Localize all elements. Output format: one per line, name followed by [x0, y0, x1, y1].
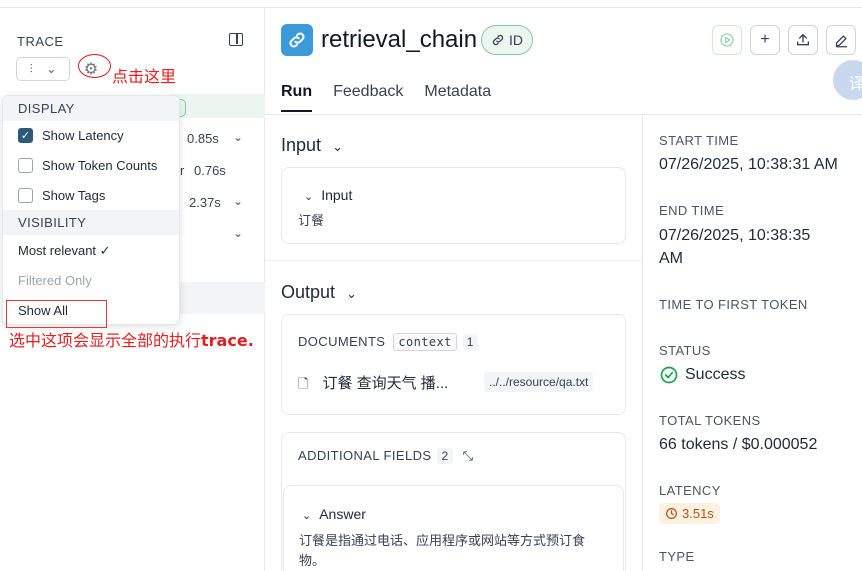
documents-card: DOCUMENTS context 1 🗋 订餐 查询天气 播... ../../… — [281, 314, 626, 415]
header-divider — [265, 114, 862, 115]
selected-trace-row[interactable] — [170, 94, 265, 118]
tab-feedback[interactable]: Feedback — [333, 83, 403, 101]
total-tokens-value: 66 tokens / $0.000052 — [659, 436, 818, 453]
chevron-down-icon[interactable]: ⌄ — [233, 194, 243, 208]
additional-fields-header: ADDITIONAL FIELDS 2 ⤡ — [298, 448, 474, 464]
start-time-value: 07/26/2025, 10:38:31 AM — [659, 156, 838, 173]
document-row[interactable]: 🗋 订餐 查询天气 播... — [298, 372, 448, 397]
chevron-down-icon: ⌄ — [346, 286, 357, 301]
trace-panel: TRACE ⫶ ⌄ ⚙ 点击这里 0.85s ⌄ r 0.76s 2.37s ⌄… — [0, 8, 265, 571]
answer-card: ⌄ Answer 订餐是指通过电话、应用程序或网站等方式预订食 物。 — [283, 485, 624, 571]
play-button[interactable] — [712, 25, 742, 55]
tab-bar: Run Feedback Metadata — [281, 83, 491, 101]
menu-item-show-token-counts[interactable]: Show Token Counts — [18, 158, 157, 173]
active-tab-indicator — [281, 110, 312, 112]
end-time-value-cont: AM — [659, 250, 683, 267]
input-card: ⌄ Input 订餐 — [281, 167, 626, 244]
end-time-value: 07/26/2025, 10:38:35 — [659, 227, 811, 244]
menu-item-show-latency[interactable]: ✓ Show Latency — [18, 128, 124, 143]
menu-section-visibility: VISIBILITY — [3, 210, 179, 235]
section-divider — [265, 260, 642, 261]
documents-count: 1 — [462, 334, 478, 350]
link-icon — [492, 34, 504, 46]
menu-section-display: DISPLAY — [3, 96, 179, 121]
annotation-show-all-note: 选中这项会显示全部的执行trace. — [9, 331, 254, 350]
plus-icon: + — [760, 31, 770, 48]
page-title: retrieval_chain — [321, 26, 478, 53]
tab-run[interactable]: Run — [281, 83, 312, 101]
document-source: ../../resource/qa.txt — [484, 372, 594, 392]
checkbox-checked-icon[interactable]: ✓ — [18, 128, 33, 143]
status-label: STATUS — [659, 343, 711, 358]
column-divider — [642, 115, 643, 571]
checkbox-icon[interactable] — [18, 188, 33, 203]
trace-title: TRACE — [17, 34, 64, 49]
add-button[interactable]: + — [750, 25, 780, 55]
trace-latency: 2.37s — [189, 195, 221, 210]
answer-toggle[interactable]: ⌄ Answer — [302, 506, 366, 522]
total-tokens-label: TOTAL TOKENS — [659, 413, 761, 428]
sliders-icon: ⫶ — [29, 61, 33, 76]
trace-latency: 0.85s — [187, 131, 219, 146]
context-chip: context — [393, 333, 457, 351]
chevron-down-icon: ⌄ — [332, 139, 343, 154]
document-icon: 🗋 — [298, 376, 309, 391]
translate-button[interactable]: 译 — [833, 60, 862, 100]
menu-item-filtered-only[interactable]: Filtered Only — [18, 273, 92, 288]
filter-dropdown[interactable]: ⫶ ⌄ — [16, 57, 70, 81]
latency-badge: 3.51s — [659, 503, 720, 524]
output-section-toggle[interactable]: Output ⌄ — [281, 282, 357, 303]
play-circle-icon — [720, 33, 734, 47]
ttft-label: TIME TO FIRST TOKEN — [659, 297, 808, 312]
answer-text-line: 物。 — [299, 553, 326, 568]
menu-item-most-relevant[interactable]: Most relevant ✓ — [18, 243, 111, 259]
clock-icon — [666, 508, 677, 519]
edit-button[interactable] — [826, 25, 856, 55]
check-circle-icon — [660, 366, 678, 384]
chevron-down-icon[interactable]: ⌄ — [233, 130, 243, 144]
input-section-toggle[interactable]: Input ⌄ — [281, 135, 343, 156]
annotation-box — [6, 300, 107, 328]
pencil-icon — [835, 34, 847, 47]
input-card-toggle[interactable]: ⌄ Input — [304, 187, 352, 203]
chevron-down-icon: ⌄ — [302, 510, 312, 522]
chevron-down-icon: ⌄ — [304, 191, 314, 203]
chain-link-icon — [281, 24, 313, 56]
trace-name-fragment: r — [180, 163, 185, 178]
documents-header: DOCUMENTS context 1 — [298, 333, 478, 351]
panel-toggle-icon[interactable] — [229, 33, 243, 46]
additional-fields-count: 2 — [437, 448, 453, 464]
status-value: Success — [659, 364, 745, 386]
menu-item-show-tags[interactable]: Show Tags — [18, 188, 105, 203]
display-settings-menu: DISPLAY ✓ Show Latency Show Token Counts… — [2, 95, 180, 328]
collapse-arrows-icon[interactable]: ⤡ — [463, 448, 474, 463]
checkbox-icon[interactable] — [18, 158, 33, 173]
trace-row[interactable] — [170, 282, 265, 314]
additional-fields-card: ADDITIONAL FIELDS 2 ⤡ ⌄ Answer 订餐是指通过电话、应… — [281, 432, 626, 571]
type-label: TYPE — [659, 549, 695, 564]
trace-latency: 0.76s — [194, 163, 226, 178]
annotation-click-here: 点击这里 — [112, 67, 177, 86]
input-value: 订餐 — [298, 213, 325, 228]
tab-metadata[interactable]: Metadata — [424, 83, 491, 101]
start-time-label: START TIME — [659, 133, 739, 148]
end-time-label: END TIME — [659, 203, 725, 218]
annotation-circle — [78, 54, 111, 78]
answer-text-line: 订餐是指通过电话、应用程序或网站等方式预订食 — [299, 533, 586, 548]
chevron-down-icon[interactable]: ⌄ — [233, 226, 243, 240]
top-bar — [0, 0, 862, 8]
id-badge[interactable]: ID — [481, 25, 533, 55]
latency-label: LATENCY — [659, 483, 721, 498]
chevron-down-icon: ⌄ — [46, 62, 57, 76]
share-button[interactable] — [788, 25, 818, 55]
upload-icon — [797, 33, 809, 46]
